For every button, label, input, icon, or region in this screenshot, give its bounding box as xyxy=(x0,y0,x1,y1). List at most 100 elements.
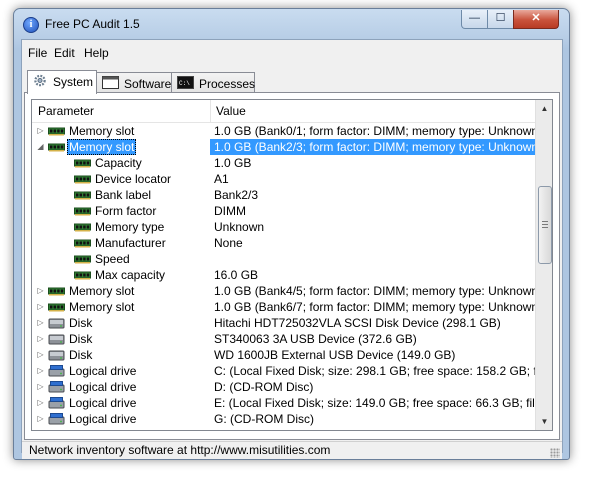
tree-row[interactable]: ▷ Logical drive C: (Local Fixed Disk; size… xyxy=(32,363,539,379)
column-header-value[interactable]: Value xyxy=(210,100,516,122)
tree-row[interactable]: ▷ Memory slot 1.0 GB (Bank0/1; form factor… xyxy=(32,123,539,139)
tree-row[interactable]: ▷ Memory slot 1.0 GB (Bank6/7; form factor… xyxy=(32,299,539,315)
row-value: 1.0 GB (Bank0/1; form factor: DIMM; memo… xyxy=(214,124,539,138)
vertical-scrollbar[interactable]: ▲ ▼ xyxy=(535,100,552,430)
minimize-button[interactable]: — xyxy=(461,10,488,29)
row-parameter: Capacity xyxy=(95,156,142,170)
disk-icon xyxy=(48,349,65,361)
collapse-triangle-icon[interactable]: ◢ xyxy=(36,139,45,155)
expand-triangle-icon[interactable]: ▷ xyxy=(36,363,45,379)
memory-icon xyxy=(48,285,65,297)
row-parameter: Disk xyxy=(69,348,93,362)
tree-row[interactable]: Capacity 1.0 GB xyxy=(32,155,535,171)
expand-triangle-icon[interactable]: ▷ xyxy=(36,331,45,347)
tree-row[interactable]: Form factor DIMM xyxy=(32,203,535,219)
tree-row[interactable]: ▷ Memory slot 1.0 GB (Bank4/5; form factor… xyxy=(32,283,539,299)
tab-processes[interactable]: C:\ Processes xyxy=(171,72,255,93)
maximize-icon: ☐ xyxy=(495,12,506,24)
system-tab-panel: Parameter Value ▷ Memory slot 1.0 GB (Bank… xyxy=(24,92,560,440)
window-title: Free PC Audit 1.5 xyxy=(45,17,140,31)
row-parameter: Memory slot xyxy=(69,284,135,298)
expand-triangle-icon[interactable]: ▷ xyxy=(36,395,45,411)
drive-icon xyxy=(48,365,65,377)
memory-icon xyxy=(74,189,91,201)
tree-row[interactable]: ▷ Disk ST340063 3A USB Device (372.6 GB) xyxy=(32,331,535,347)
row-value: 16.0 GB xyxy=(214,268,259,282)
resize-grip-icon[interactable] xyxy=(550,448,560,458)
drive-icon xyxy=(48,397,65,409)
drive-icon xyxy=(48,381,65,393)
memory-icon xyxy=(74,157,91,169)
tree-row[interactable]: ▷ Logical drive G: (CD-ROM Disc) xyxy=(32,411,535,427)
row-parameter: Speed xyxy=(95,252,130,266)
scroll-thumb[interactable] xyxy=(538,186,552,264)
app-window: i Free PC Audit 1.5 — ☐ ✕ File Edit Help… xyxy=(13,8,570,460)
memory-icon xyxy=(48,301,65,313)
expand-triangle-icon[interactable]: ▷ xyxy=(36,315,45,331)
tree-row[interactable]: Speed xyxy=(32,251,535,267)
disk-icon xyxy=(48,333,65,345)
row-parameter: Logical drive xyxy=(69,412,137,426)
row-value: E: (Local Fixed Disk; size: 149.0 GB; fr… xyxy=(214,396,539,410)
row-value: 1.0 GB (Bank6/7; form factor: DIMM; memo… xyxy=(214,300,539,314)
row-parameter: Disk xyxy=(69,316,93,330)
memory-icon xyxy=(74,237,91,249)
scroll-down-arrow-icon[interactable]: ▼ xyxy=(536,413,552,430)
tree-row[interactable]: Memory type Unknown xyxy=(32,219,535,235)
row-value: ST340063 3A USB Device (372.6 GB) xyxy=(214,332,417,346)
menu-file[interactable]: File xyxy=(28,46,47,60)
tab-software[interactable]: Software xyxy=(96,72,172,93)
memory-icon xyxy=(48,125,65,137)
expand-triangle-icon[interactable]: ▷ xyxy=(36,299,45,315)
tree-row[interactable]: Max capacity 16.0 GB xyxy=(32,267,535,283)
tree-row[interactable]: ◢ Memory slot 1.0 GB (Bank2/3; form factor… xyxy=(32,139,539,155)
row-parameter: Manufacturer xyxy=(95,236,166,250)
console-icon: C:\ xyxy=(177,76,194,89)
memory-icon xyxy=(74,253,91,265)
row-parameter: Memory slot xyxy=(69,124,135,138)
tab-system[interactable]: System xyxy=(27,70,97,94)
tree-row[interactable]: Device locator A1 xyxy=(32,171,535,187)
expand-triangle-icon[interactable]: ▷ xyxy=(36,379,45,395)
tree-row[interactable]: ▷ Disk WD 1600JB External USB Device (149.… xyxy=(32,347,535,363)
memory-icon xyxy=(74,173,91,185)
system-tree-list[interactable]: Parameter Value ▷ Memory slot 1.0 GB (Bank… xyxy=(31,99,553,431)
memory-icon xyxy=(74,269,91,281)
title-bar[interactable]: i Free PC Audit 1.5 — ☐ ✕ xyxy=(14,9,569,39)
row-parameter: Logical drive xyxy=(69,364,137,378)
close-icon: ✕ xyxy=(531,12,541,24)
menu-help[interactable]: Help xyxy=(84,46,109,60)
row-parameter: Disk xyxy=(69,332,93,346)
tree-row[interactable]: ▷ Logical drive D: (CD-ROM Disc) xyxy=(32,379,535,395)
expand-triangle-icon[interactable]: ▷ xyxy=(36,123,45,139)
row-value: Bank2/3 xyxy=(214,188,259,202)
row-parameter: Memory type xyxy=(95,220,165,234)
column-header-parameter[interactable]: Parameter xyxy=(32,100,210,122)
svg-text:C:\: C:\ xyxy=(179,80,190,87)
row-value: 1.0 GB xyxy=(214,156,252,170)
expand-triangle-icon[interactable]: ▷ xyxy=(36,347,45,363)
expand-triangle-icon[interactable]: ▷ xyxy=(36,411,45,427)
tree-row[interactable]: Bank label Bank2/3 xyxy=(32,187,535,203)
window-icon xyxy=(102,76,119,89)
row-value xyxy=(210,251,539,267)
row-value: D: (CD-ROM Disc) xyxy=(214,380,314,394)
row-parameter: Memory slot xyxy=(67,139,137,155)
maximize-button[interactable]: ☐ xyxy=(487,10,514,29)
close-button[interactable]: ✕ xyxy=(513,10,559,29)
menu-edit[interactable]: Edit xyxy=(54,46,75,60)
info-icon: i xyxy=(23,17,39,33)
tree-row[interactable]: Manufacturer None xyxy=(32,235,535,251)
row-parameter: Max capacity xyxy=(95,268,166,282)
expand-triangle-icon[interactable]: ▷ xyxy=(36,283,45,299)
row-value: G: (CD-ROM Disc) xyxy=(214,412,314,426)
disk-icon xyxy=(48,317,65,329)
tree-row[interactable]: ▷ Disk Hitachi HDT725032VLA SCSI Disk Devi… xyxy=(32,315,535,331)
row-parameter: Bank label xyxy=(95,188,152,202)
tree-row[interactable]: ▷ Logical drive E: (Local Fixed Disk; size… xyxy=(32,395,539,411)
memory-icon xyxy=(48,141,65,153)
memory-icon xyxy=(74,221,91,233)
row-value: 1.0 GB (Bank4/5; form factor: DIMM; memo… xyxy=(214,284,539,298)
scroll-up-arrow-icon[interactable]: ▲ xyxy=(536,100,552,117)
tab-software-label: Software xyxy=(124,77,172,91)
